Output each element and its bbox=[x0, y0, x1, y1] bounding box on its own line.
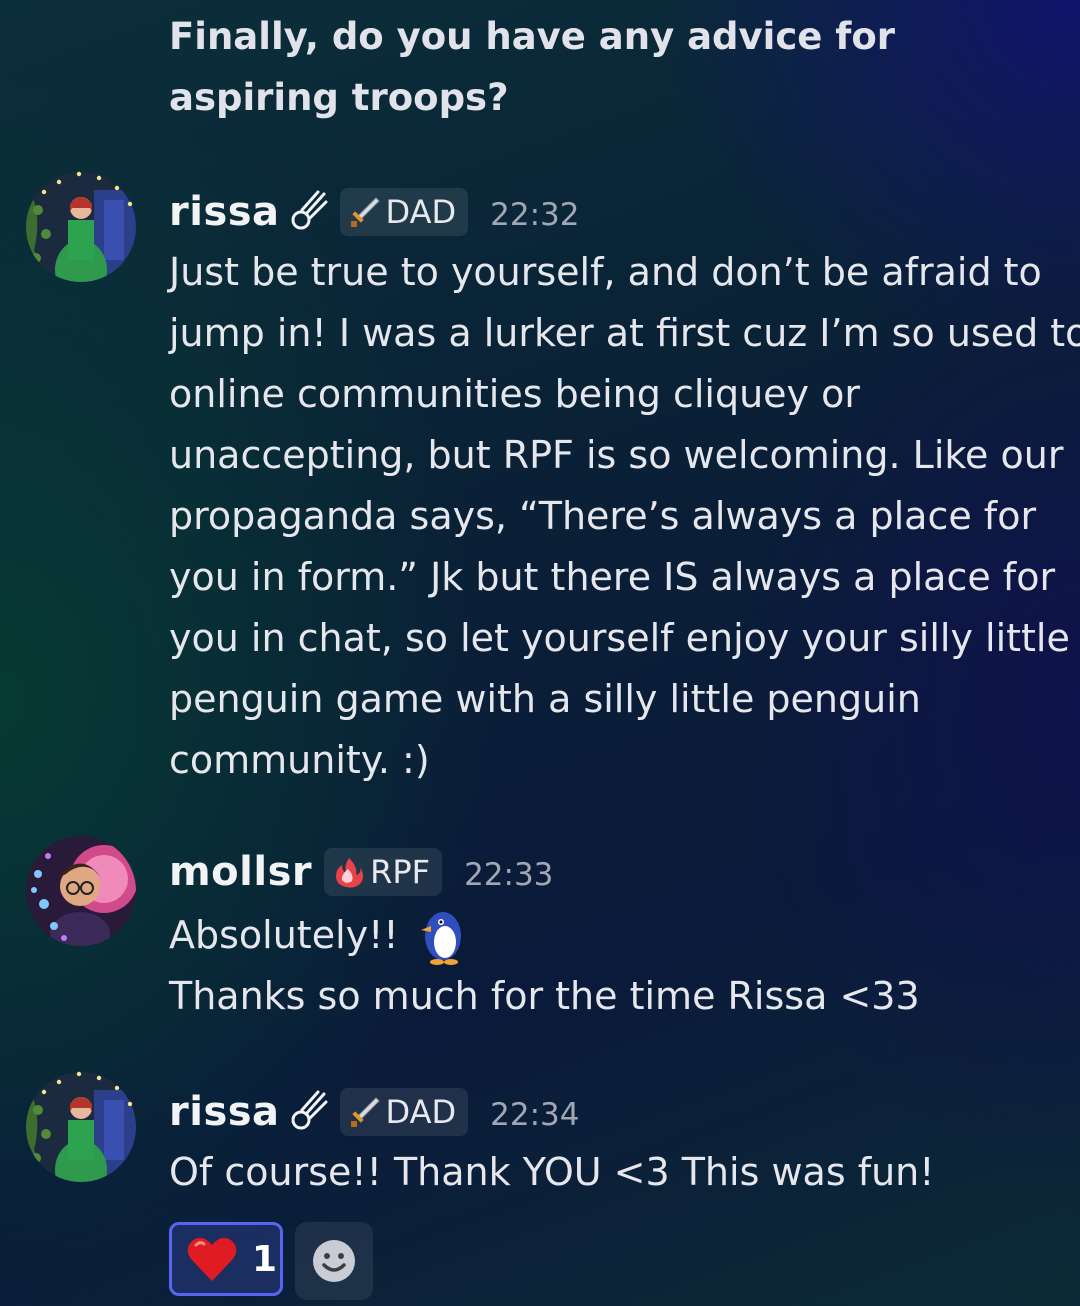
message-line: unaccepting, but RPF is so welcoming. Li… bbox=[169, 433, 1064, 477]
message-line: online communities being cliquey or bbox=[169, 372, 860, 416]
username-mollsr[interactable]: mollsr bbox=[169, 849, 312, 895]
username-rissa[interactable]: rissa bbox=[169, 1089, 280, 1135]
flame-icon bbox=[336, 858, 364, 888]
message-line-text: Absolutely!! bbox=[169, 912, 399, 957]
avatar-rissa[interactable] bbox=[24, 1070, 138, 1184]
message-header-3: rissa DAD 22:34 bbox=[169, 1086, 580, 1138]
role-label: RPF bbox=[370, 853, 431, 891]
message-text-question: Finally, do you have any advice for aspi… bbox=[169, 15, 908, 119]
avatar-rissa[interactable] bbox=[24, 170, 138, 284]
message-line: jump in! I was a lurker at first cuz I’m… bbox=[169, 311, 1080, 355]
message-line: you in chat, so let yourself enjoy your … bbox=[169, 616, 1070, 660]
heart-emoji bbox=[187, 1237, 237, 1281]
message-header-1: rissa DAD 22:32 bbox=[169, 186, 580, 238]
message-line: Absolutely!! bbox=[169, 904, 467, 966]
message-header-2: mollsr RPF 22:33 bbox=[169, 846, 553, 898]
username-rissa[interactable]: rissa bbox=[169, 189, 280, 235]
reaction-heart[interactable]: 1 bbox=[169, 1222, 283, 1296]
role-tag-dad[interactable]: DAD bbox=[339, 188, 469, 236]
sword-icon bbox=[350, 1097, 380, 1127]
message-line: Thanks so much for the time Rissa <33 bbox=[169, 974, 920, 1018]
comet-icon bbox=[291, 1090, 328, 1130]
reactions-bar: 1 bbox=[169, 1222, 373, 1300]
role-label: DAD bbox=[385, 193, 457, 231]
smiley-add-reaction-icon bbox=[313, 1240, 355, 1282]
role-tag-dad[interactable]: DAD bbox=[339, 1088, 469, 1136]
message-line: penguin game with a silly little penguin bbox=[169, 677, 921, 721]
mollsr-avatar-image bbox=[26, 836, 136, 946]
message-line: community. :) bbox=[169, 738, 430, 782]
avatar-mollsr[interactable] bbox=[24, 834, 138, 948]
timestamp: 22:32 bbox=[490, 197, 580, 233]
rissa-avatar-image bbox=[26, 1071, 136, 1182]
chat-log: Finally, do you have any advice for aspi… bbox=[0, 0, 1080, 1306]
timestamp: 22:34 bbox=[490, 1097, 580, 1133]
message-line: Of course!! Thank YOU <3 This was fun! bbox=[169, 1150, 935, 1194]
timestamp: 22:33 bbox=[464, 857, 554, 893]
message-line: you in form.” Jk but there IS always a p… bbox=[169, 555, 1056, 599]
reaction-count: 1 bbox=[252, 1238, 278, 1280]
add-reaction-button[interactable] bbox=[295, 1222, 373, 1300]
message-line: Just be true to yourself, and don’t be a… bbox=[169, 250, 1042, 294]
message-line: propaganda says, “There’s always a place… bbox=[169, 494, 1037, 538]
sword-icon bbox=[350, 197, 380, 227]
penguin-emoji bbox=[420, 912, 461, 965]
role-label: DAD bbox=[385, 1093, 457, 1131]
role-tag-rpf[interactable]: RPF bbox=[324, 848, 443, 896]
comet-icon bbox=[291, 190, 328, 230]
rissa-avatar-image bbox=[26, 171, 136, 282]
